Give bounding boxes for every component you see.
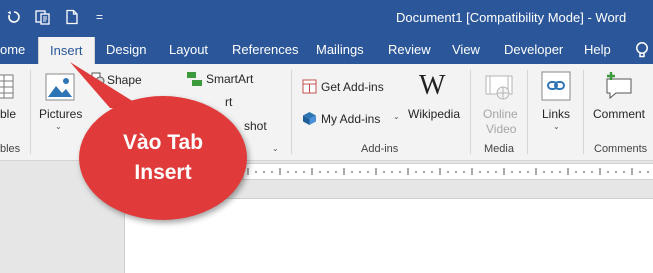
tab-view[interactable]: View: [452, 36, 480, 64]
ruler-tick: [263, 171, 265, 173]
tab-insert[interactable]: Insert: [38, 37, 95, 64]
online-video-icon: [485, 73, 513, 101]
tab-references[interactable]: References: [232, 36, 298, 64]
online-video-label-2: Video: [486, 122, 517, 136]
ruler-tick: [543, 171, 545, 173]
chevron-down-icon[interactable]: ⌄: [55, 122, 62, 131]
tab-developer[interactable]: Developer: [504, 36, 563, 64]
ruler-tick: [559, 171, 561, 173]
ruler-tick: [455, 171, 457, 173]
tables-group-label: bles: [0, 143, 21, 155]
ruler-tick: [383, 171, 385, 173]
title-bar: = Document1 [Compatibility Mode] - Word: [0, 0, 653, 36]
ruler-tick: [527, 171, 529, 173]
ruler-tick: [447, 171, 449, 173]
ruler-tick: [575, 171, 577, 173]
chart-button[interactable]: rt: [225, 95, 232, 109]
ruler-tick: [335, 171, 337, 173]
shapes-icon[interactable]: [91, 72, 105, 86]
ruler-tick: [303, 171, 305, 173]
ruler-tick: [647, 171, 649, 173]
chevron-down-icon[interactable]: ⌄: [393, 112, 400, 121]
undo-icon[interactable]: [6, 9, 22, 25]
ruler-tick: [359, 171, 361, 173]
ruler-tick: [495, 171, 497, 173]
ruler-tick: [351, 171, 353, 173]
group-divider: [527, 70, 528, 154]
tab-help[interactable]: Help: [584, 36, 611, 64]
ruler-tick: [511, 171, 513, 173]
ruler-tick: [479, 171, 481, 173]
online-video-label-1: Online: [483, 107, 518, 121]
ruler-tick: [639, 171, 641, 173]
ruler-tick: [487, 171, 489, 173]
ruler-tick: [287, 171, 289, 173]
callout-line-2: Insert: [134, 161, 192, 184]
lightbulb-icon[interactable]: [634, 41, 650, 59]
get-addins-button[interactable]: Get Add-ins: [321, 80, 384, 94]
callout-line-1: Vào Tab: [122, 131, 204, 154]
document-title: Document1 [Compatibility Mode] - Word: [396, 10, 627, 25]
tab-review[interactable]: Review: [388, 36, 431, 64]
smartart-icon[interactable]: [186, 71, 204, 87]
group-divider: [470, 70, 471, 154]
group-divider: [30, 70, 31, 154]
tab-mailings[interactable]: Mailings: [316, 36, 364, 64]
comments-group-label: Comments: [594, 143, 648, 155]
pictures-button[interactable]: Pictures: [39, 107, 82, 121]
ruler-tick: [255, 171, 257, 173]
chevron-down-icon[interactable]: ⌄: [553, 122, 560, 131]
ruler-tick: [367, 171, 369, 173]
ruler-tick: [271, 171, 273, 173]
screenshot-button[interactable]: shot: [244, 119, 267, 133]
ruler-tick: [295, 171, 297, 173]
new-comment-button[interactable]: Comment: [593, 107, 645, 121]
my-addins-button[interactable]: My Add-ins: [321, 112, 380, 126]
ruler-tick: [391, 171, 393, 173]
ruler-tick: [607, 171, 609, 173]
media-group-label: Media: [484, 143, 514, 155]
ruler-tick: [431, 171, 433, 173]
ruler-tick: [399, 171, 401, 173]
callout-bubble: Vào Tab Insert: [79, 96, 247, 220]
table-button-label[interactable]: ble: [0, 107, 16, 121]
ruler-tick: [551, 171, 553, 173]
ruler-tick: [327, 171, 329, 173]
ribbon-tab-bar: ome Insert Design Layout References Mail…: [0, 36, 653, 64]
ruler-tick: [615, 171, 617, 173]
group-divider: [583, 70, 584, 154]
group-divider: [291, 70, 292, 154]
ruler-tick: [423, 171, 425, 173]
ruler-tick: [415, 171, 417, 173]
new-document-icon[interactable]: [64, 9, 80, 25]
links-icon[interactable]: [541, 71, 571, 101]
customize-qat-icon[interactable]: =: [96, 11, 112, 27]
chevron-down-icon[interactable]: ⌄: [272, 144, 279, 153]
touch-mode-icon[interactable]: [35, 9, 51, 25]
ruler-tick: [519, 171, 521, 173]
ruler-ticks: [247, 168, 649, 175]
tab-design[interactable]: Design: [106, 36, 146, 64]
ruler-tick: [591, 171, 593, 173]
store-icon[interactable]: [302, 79, 317, 94]
new-comment-icon[interactable]: [604, 71, 634, 101]
ruler-tick: [623, 171, 625, 173]
ruler-tick: [463, 171, 465, 173]
addins-group-label: Add-ins: [361, 143, 399, 155]
wikipedia-icon[interactable]: W: [419, 72, 445, 100]
tab-home[interactable]: ome: [0, 36, 25, 64]
smartart-button[interactable]: SmartArt: [206, 72, 253, 86]
tab-layout[interactable]: Layout: [169, 36, 208, 64]
links-button[interactable]: Links: [542, 107, 570, 121]
my-addins-icon[interactable]: [302, 111, 317, 126]
ruler-tick: [583, 171, 585, 173]
shapes-button[interactable]: Shape: [107, 73, 142, 87]
table-icon[interactable]: [0, 74, 14, 100]
pictures-icon[interactable]: [45, 73, 75, 101]
wikipedia-button[interactable]: Wikipedia: [408, 107, 460, 121]
ruler-tick: [319, 171, 321, 173]
